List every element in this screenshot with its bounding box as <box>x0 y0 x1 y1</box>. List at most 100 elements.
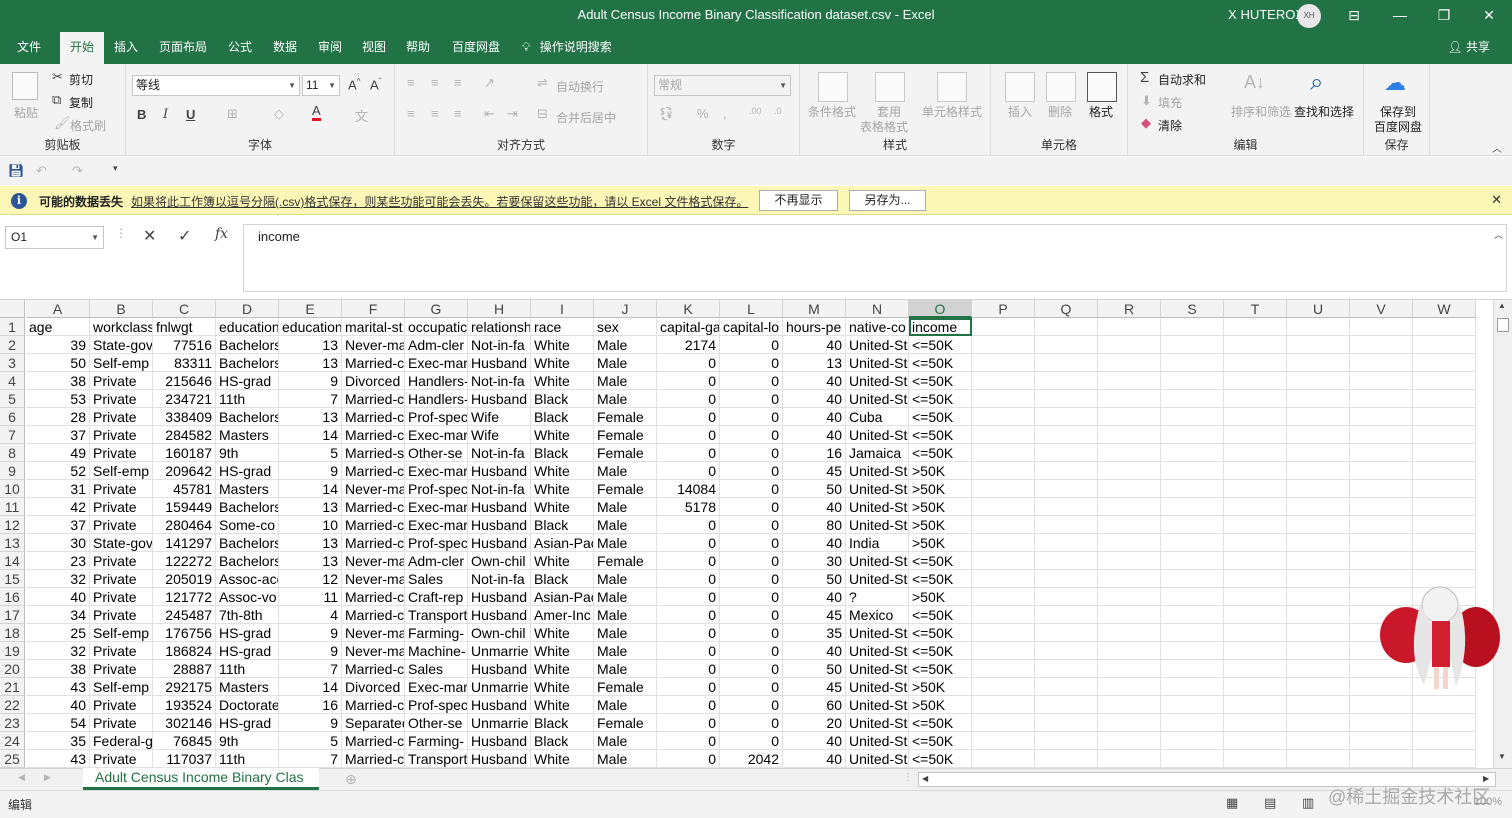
data-cell[interactable]: 40 <box>26 588 90 606</box>
format-as-table-icon[interactable] <box>875 72 905 102</box>
data-cell[interactable] <box>1287 372 1350 390</box>
data-cell[interactable]: Prof-spec <box>405 408 468 426</box>
fill-button[interactable]: 填充 <box>1158 94 1182 111</box>
data-cell[interactable]: 50 <box>26 354 90 372</box>
data-cell[interactable]: <=50K <box>909 606 972 624</box>
scroll-left-icon[interactable]: ◀ <box>922 774 928 783</box>
data-cell[interactable] <box>1035 696 1098 714</box>
row-header[interactable]: 12 <box>0 516 25 534</box>
row-header[interactable]: 10 <box>0 480 25 498</box>
conditional-format-button[interactable]: 条件格式 <box>808 103 856 120</box>
data-cell[interactable]: 23 <box>26 552 90 570</box>
data-cell[interactable] <box>1035 624 1098 642</box>
data-cell[interactable]: 14 <box>279 678 342 696</box>
data-cell[interactable]: Male <box>594 336 657 354</box>
data-cell[interactable] <box>972 570 1035 588</box>
insert-cells-button[interactable]: 插入 <box>1008 103 1032 120</box>
data-cell[interactable]: Exec-mar <box>405 426 468 444</box>
row-header[interactable]: 21 <box>0 678 25 696</box>
row-header[interactable]: 5 <box>0 390 25 408</box>
row-header[interactable]: 11 <box>0 498 25 516</box>
header-cell[interactable]: race <box>531 318 594 336</box>
data-cell[interactable]: 0 <box>720 498 783 516</box>
data-cell[interactable]: 50 <box>783 480 846 498</box>
next-sheet-icon[interactable]: ▶ <box>44 772 51 783</box>
data-cell[interactable]: Asian-Pac <box>531 534 594 552</box>
tab-page-layout[interactable]: 页面布局 <box>152 32 214 64</box>
data-cell[interactable]: 205019 <box>153 570 216 588</box>
accounting-format-icon[interactable]: 💱︎ <box>658 106 675 122</box>
data-cell[interactable]: <=50K <box>909 354 972 372</box>
data-cell[interactable]: White <box>531 696 594 714</box>
data-cell[interactable] <box>1224 750 1287 768</box>
data-cell[interactable] <box>1098 498 1161 516</box>
data-cell[interactable]: 0 <box>720 336 783 354</box>
data-cell[interactable]: Private <box>90 390 153 408</box>
data-cell[interactable]: Not-in-fa <box>468 336 531 354</box>
data-cell[interactable] <box>1287 354 1350 372</box>
data-cell[interactable] <box>1287 462 1350 480</box>
data-cell[interactable]: 0 <box>720 732 783 750</box>
data-cell[interactable] <box>1098 606 1161 624</box>
data-cell[interactable] <box>1287 624 1350 642</box>
data-cell[interactable] <box>1413 732 1476 750</box>
data-cell[interactable] <box>972 408 1035 426</box>
data-cell[interactable]: 0 <box>720 714 783 732</box>
data-cell[interactable]: Bachelors <box>216 534 279 552</box>
data-cell[interactable]: 30 <box>26 534 90 552</box>
data-cell[interactable] <box>1098 390 1161 408</box>
data-cell[interactable] <box>1035 426 1098 444</box>
row-header[interactable]: 23 <box>0 714 25 732</box>
data-cell[interactable]: Married-c <box>342 516 405 534</box>
tab-review[interactable]: 审阅 <box>310 32 350 64</box>
row-header[interactable]: 6 <box>0 408 25 426</box>
data-cell[interactable]: <=50K <box>909 660 972 678</box>
data-cell[interactable]: 11th <box>216 390 279 408</box>
data-cell[interactable]: Female <box>594 552 657 570</box>
data-cell[interactable] <box>972 624 1035 642</box>
ribbon-display-options-icon[interactable]: ⊟ <box>1331 0 1377 32</box>
data-cell[interactable] <box>1035 462 1098 480</box>
data-cell[interactable]: Husband <box>468 498 531 516</box>
data-cell[interactable] <box>1161 516 1224 534</box>
data-cell[interactable] <box>1413 714 1476 732</box>
data-cell[interactable]: <=50K <box>909 552 972 570</box>
align-right-icon[interactable]: ≡ <box>454 106 462 121</box>
data-cell[interactable]: White <box>531 552 594 570</box>
data-cell[interactable] <box>1224 624 1287 642</box>
data-cell[interactable]: 38 <box>26 372 90 390</box>
row-header[interactable]: 7 <box>0 426 25 444</box>
data-cell[interactable]: Mexico <box>846 606 909 624</box>
column-header-g[interactable]: G <box>405 300 468 318</box>
header-cell[interactable]: education <box>216 318 279 336</box>
header-cell[interactable]: education <box>279 318 342 336</box>
data-cell[interactable]: 13 <box>783 354 846 372</box>
header-cell[interactable]: income <box>909 318 972 336</box>
data-cell[interactable]: Transport <box>405 606 468 624</box>
data-cell[interactable]: 14 <box>279 426 342 444</box>
data-cell[interactable] <box>1287 696 1350 714</box>
header-cell[interactable] <box>1287 318 1350 336</box>
data-cell[interactable]: Black <box>531 390 594 408</box>
data-cell[interactable] <box>1350 372 1413 390</box>
phonetic-icon[interactable]: 文 <box>355 106 368 125</box>
tell-me-search[interactable]: 💡︎ 操作说明搜索 <box>522 32 612 64</box>
data-cell[interactable]: Self-emp <box>90 678 153 696</box>
header-cell[interactable]: capital-ga <box>657 318 720 336</box>
data-cell[interactable] <box>1161 570 1224 588</box>
data-cell[interactable]: 0 <box>720 390 783 408</box>
data-cell[interactable]: HS-grad <box>216 624 279 642</box>
data-cell[interactable]: Exec-mar <box>405 516 468 534</box>
data-cell[interactable]: United-St <box>846 678 909 696</box>
data-cell[interactable]: White <box>531 426 594 444</box>
data-cell[interactable]: 37 <box>26 426 90 444</box>
data-cell[interactable] <box>972 426 1035 444</box>
data-cell[interactable] <box>1098 426 1161 444</box>
data-cell[interactable]: Female <box>594 714 657 732</box>
tab-splitter-icon[interactable]: ⋮ <box>903 772 913 783</box>
data-cell[interactable] <box>1035 516 1098 534</box>
data-cell[interactable]: Private <box>90 516 153 534</box>
header-cell[interactable]: occupatic <box>405 318 468 336</box>
data-cell[interactable]: Wife <box>468 408 531 426</box>
column-header-k[interactable]: K <box>657 300 720 318</box>
